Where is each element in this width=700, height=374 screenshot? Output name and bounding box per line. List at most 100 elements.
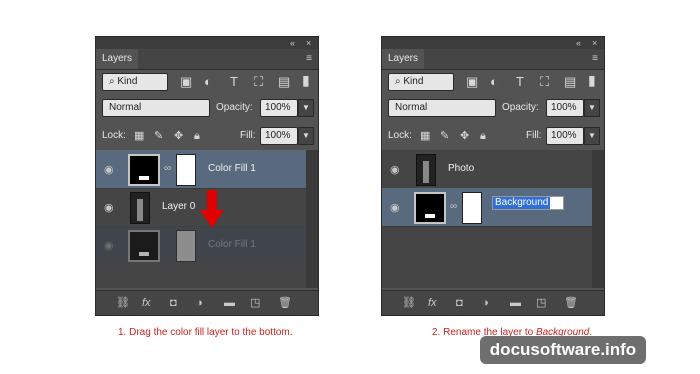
layer-row-photo[interactable]: ◉ Photo — [382, 150, 592, 189]
blend-mode-select[interactable]: Normal — [102, 99, 210, 117]
lock-brush-icon[interactable]: ✎ — [154, 127, 163, 145]
filter-row: ⌕ Kind ▣ ◐ T ⛶ ▤ ▮ — [96, 71, 318, 93]
type-filter-icon[interactable]: T — [516, 73, 524, 91]
opacity-input[interactable]: 100% — [546, 99, 584, 117]
image-filter-icon[interactable]: ▣ — [180, 73, 192, 91]
fill-label: Fill: — [526, 130, 542, 141]
adjustment-filter-icon[interactable]: ◐ — [204, 73, 212, 91]
lock-move-icon[interactable]: ✥ — [174, 127, 183, 145]
smart-object-filter-icon[interactable]: ▤ — [564, 73, 576, 91]
lock-move-icon[interactable]: ✥ — [460, 127, 469, 145]
lock-transparent-icon[interactable]: ▦ — [134, 127, 144, 145]
new-adjustment-icon[interactable]: ◑ — [196, 296, 203, 310]
add-mask-icon[interactable]: ◘ — [456, 296, 463, 310]
filter-kind-select[interactable]: ⌕ Kind — [388, 73, 454, 91]
fill-dropdown-icon[interactable]: ▼ — [298, 127, 314, 145]
search-icon: ⌕ — [395, 76, 401, 87]
collapse-icon[interactable]: « — [290, 37, 295, 49]
lock-all-icon[interactable]: 🔒︎ — [194, 127, 200, 145]
caption-step-1: 1. Drag the color fill layer to the bott… — [118, 327, 293, 338]
fill-value: 100% — [265, 130, 291, 141]
type-filter-icon[interactable]: T — [230, 73, 238, 91]
panel-title-bar: « × — [96, 37, 318, 49]
layers-panel-1: « × Layers ≡ ⌕ Kind ▣ ◐ T ⛶ ▤ ▮ Normal O… — [95, 36, 319, 316]
layer-list-scrollbar[interactable] — [592, 150, 604, 288]
eye-icon[interactable]: ◉ — [104, 163, 114, 176]
adjustment-filter-icon[interactable]: ◐ — [490, 73, 498, 91]
close-icon[interactable]: × — [592, 37, 597, 49]
shape-filter-icon[interactable]: ⛶ — [540, 73, 549, 91]
add-mask-icon[interactable]: ◘ — [170, 296, 177, 310]
search-icon: ⌕ — [109, 76, 115, 87]
image-filter-icon[interactable]: ▣ — [466, 73, 478, 91]
lock-row: Lock: ▦ ✎ ✥ 🔒︎ Fill: 100% ▼ — [382, 125, 604, 147]
link-layers-icon[interactable]: ⛓ — [402, 296, 416, 310]
panel-menu-icon[interactable]: ≡ — [306, 53, 312, 65]
drag-down-arrow-icon — [200, 190, 224, 228]
layer-name: Color Fill 1 — [208, 239, 256, 250]
filter-toggle-icon[interactable]: ▮ — [588, 71, 596, 89]
fx-icon[interactable]: fx — [428, 296, 437, 310]
smart-object-filter-icon[interactable]: ▤ — [278, 73, 290, 91]
new-adjustment-icon[interactable]: ◑ — [482, 296, 489, 310]
chain-icon[interactable]: ∞ — [164, 163, 171, 174]
lock-row: Lock: ▦ ✎ ✥ 🔒︎ Fill: 100% ▼ — [96, 125, 318, 147]
new-layer-icon[interactable]: ◳ — [536, 296, 546, 310]
layer-name[interactable]: Photo — [448, 162, 474, 176]
layers-panel-2: « × Layers ≡ ⌕ Kind ▣ ◐ T ⛶ ▤ ▮ Normal O… — [381, 36, 605, 316]
fill-input[interactable]: 100% — [260, 127, 298, 145]
opacity-value: 100% — [265, 102, 291, 113]
fill-value: 100% — [551, 130, 577, 141]
shape-filter-icon[interactable]: ⛶ — [254, 73, 263, 91]
chain-icon[interactable]: ∞ — [450, 201, 457, 212]
layer-list-scrollbar[interactable] — [306, 150, 318, 288]
layer-name-edit-field[interactable]: Background — [492, 196, 564, 210]
tab-row: Layers ≡ — [96, 49, 318, 70]
dragged-layer-ghost: ◉ Color Fill 1 — [96, 226, 306, 262]
opacity-input[interactable]: 100% — [260, 99, 298, 117]
opacity-dropdown-icon[interactable]: ▼ — [298, 99, 314, 117]
tab-layers[interactable]: Layers — [96, 49, 139, 69]
panel-footer: ⛓ fx ◘ ◑ ▬ ◳ 🗑︎ — [96, 290, 318, 315]
blend-mode-value: Normal — [109, 102, 142, 113]
layer-name-selected-text: Background — [493, 197, 551, 209]
link-layers-icon[interactable]: ⛓ — [116, 296, 130, 310]
collapse-icon[interactable]: « — [576, 37, 581, 49]
layer-name[interactable]: Layer 0 — [162, 200, 195, 214]
color-fill-thumbnail — [414, 192, 446, 224]
new-group-icon[interactable]: ▬ — [224, 296, 235, 310]
layer-list: ◉ Photo ◉ ∞ Background — [382, 150, 592, 288]
filter-kind-select[interactable]: ⌕ Kind — [102, 73, 168, 91]
blend-mode-select[interactable]: Normal — [388, 99, 496, 117]
layer-row-color-fill[interactable]: ◉ ∞ Color Fill 1 — [96, 150, 306, 189]
new-layer-icon[interactable]: ◳ — [250, 296, 260, 310]
blend-row: Normal Opacity: 100% ▼ — [96, 97, 318, 119]
filter-toggle-icon[interactable]: ▮ — [302, 71, 310, 89]
lock-label: Lock: — [102, 130, 126, 141]
opacity-label: Opacity: — [216, 102, 253, 113]
eye-icon[interactable]: ◉ — [104, 201, 114, 214]
fx-icon[interactable]: fx — [142, 296, 151, 310]
new-group-icon[interactable]: ▬ — [510, 296, 521, 310]
lock-transparent-icon[interactable]: ▦ — [420, 127, 430, 145]
layer-name[interactable]: Color Fill 1 — [208, 162, 256, 176]
panel-menu-icon[interactable]: ≡ — [592, 53, 598, 65]
tab-layers[interactable]: Layers — [382, 49, 425, 69]
filter-row: ⌕ Kind ▣ ◐ T ⛶ ▤ ▮ — [382, 71, 604, 93]
eye-icon[interactable]: ◉ — [390, 163, 400, 176]
lock-all-icon[interactable]: 🔒︎ — [480, 127, 486, 145]
close-icon[interactable]: × — [306, 37, 311, 49]
fill-label: Fill: — [240, 130, 256, 141]
mask-thumbnail — [176, 230, 196, 262]
color-fill-thumbnail — [128, 230, 160, 262]
layer-row-background[interactable]: ◉ ∞ Background — [382, 188, 592, 227]
trash-icon[interactable]: 🗑︎ — [564, 296, 578, 310]
panel-footer: ⛓ fx ◘ ◑ ▬ ◳ 🗑︎ — [382, 290, 604, 315]
trash-icon[interactable]: 🗑︎ — [278, 296, 292, 310]
lock-label: Lock: — [388, 130, 412, 141]
opacity-dropdown-icon[interactable]: ▼ — [584, 99, 600, 117]
eye-icon[interactable]: ◉ — [390, 201, 400, 214]
lock-brush-icon[interactable]: ✎ — [440, 127, 449, 145]
fill-dropdown-icon[interactable]: ▼ — [584, 127, 600, 145]
fill-input[interactable]: 100% — [546, 127, 584, 145]
